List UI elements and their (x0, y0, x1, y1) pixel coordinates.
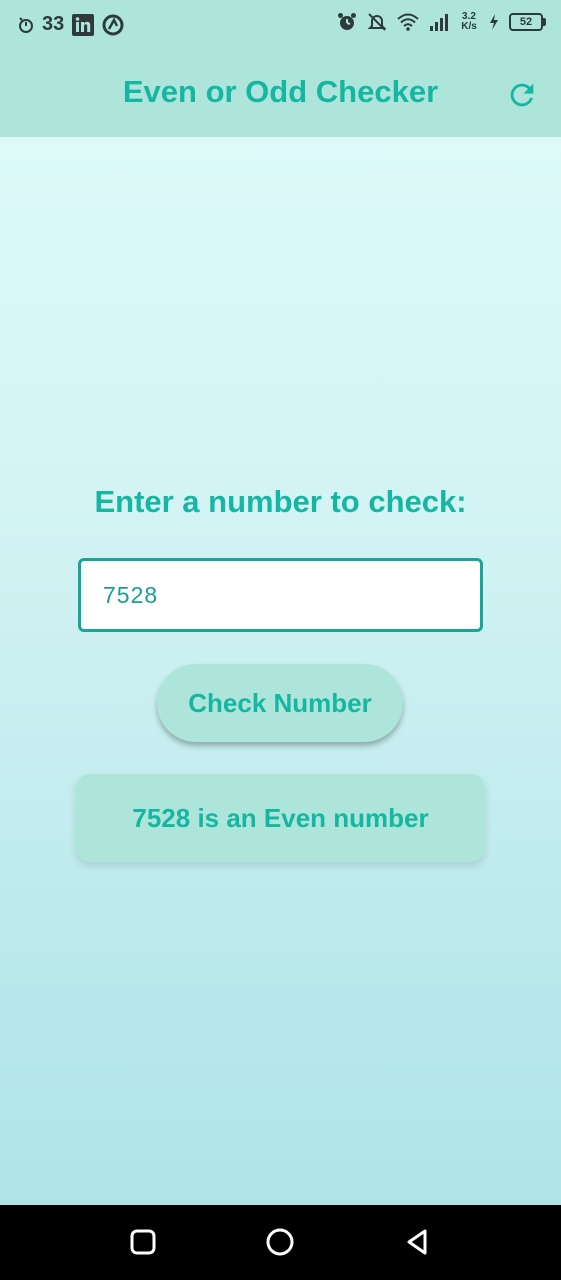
notifications-off-icon (367, 12, 387, 32)
app-screen: 33 3.2 K/s 52 Even or Odd Checker Enter … (0, 0, 561, 1280)
recents-button[interactable] (128, 1227, 158, 1257)
wifi-icon (397, 13, 419, 31)
result-card: 7528 is an Even number (76, 774, 485, 862)
signal-icon (429, 13, 449, 31)
back-icon (407, 1229, 427, 1255)
top-area: 33 3.2 K/s 52 Even or Odd Checker (0, 0, 561, 137)
navigation-bar (0, 1205, 561, 1280)
refresh-button[interactable] (505, 78, 539, 112)
recents-icon (130, 1229, 156, 1255)
linkedin-icon (72, 13, 95, 36)
status-left: 33 (18, 13, 124, 36)
number-input[interactable] (78, 558, 483, 632)
home-button[interactable] (265, 1227, 295, 1257)
app-title: Even or Odd Checker (122, 74, 439, 109)
check-number-button[interactable]: Check Number (157, 664, 403, 742)
prompt-label: Enter a number to check: (94, 484, 467, 519)
charging-icon (489, 14, 499, 30)
home-icon (266, 1228, 294, 1256)
result-text: 7528 is an Even number (132, 803, 429, 833)
network-speed: 3.2 K/s (459, 12, 479, 32)
alarm-clock-icon (337, 12, 357, 32)
battery-icon: 52 (509, 13, 546, 31)
battery-level: 52 (519, 16, 533, 28)
alarm-icon (18, 16, 34, 34)
status-right: 3.2 K/s 52 (337, 12, 546, 32)
status-time: 33 (42, 13, 65, 35)
back-button[interactable] (403, 1227, 433, 1257)
app-icon (102, 14, 124, 36)
network-speed-unit: K/s (461, 21, 477, 32)
app-bar: Even or Odd Checker (0, 48, 561, 137)
refresh-icon (510, 83, 534, 107)
status-bar: 33 3.2 K/s 52 (0, 0, 561, 48)
